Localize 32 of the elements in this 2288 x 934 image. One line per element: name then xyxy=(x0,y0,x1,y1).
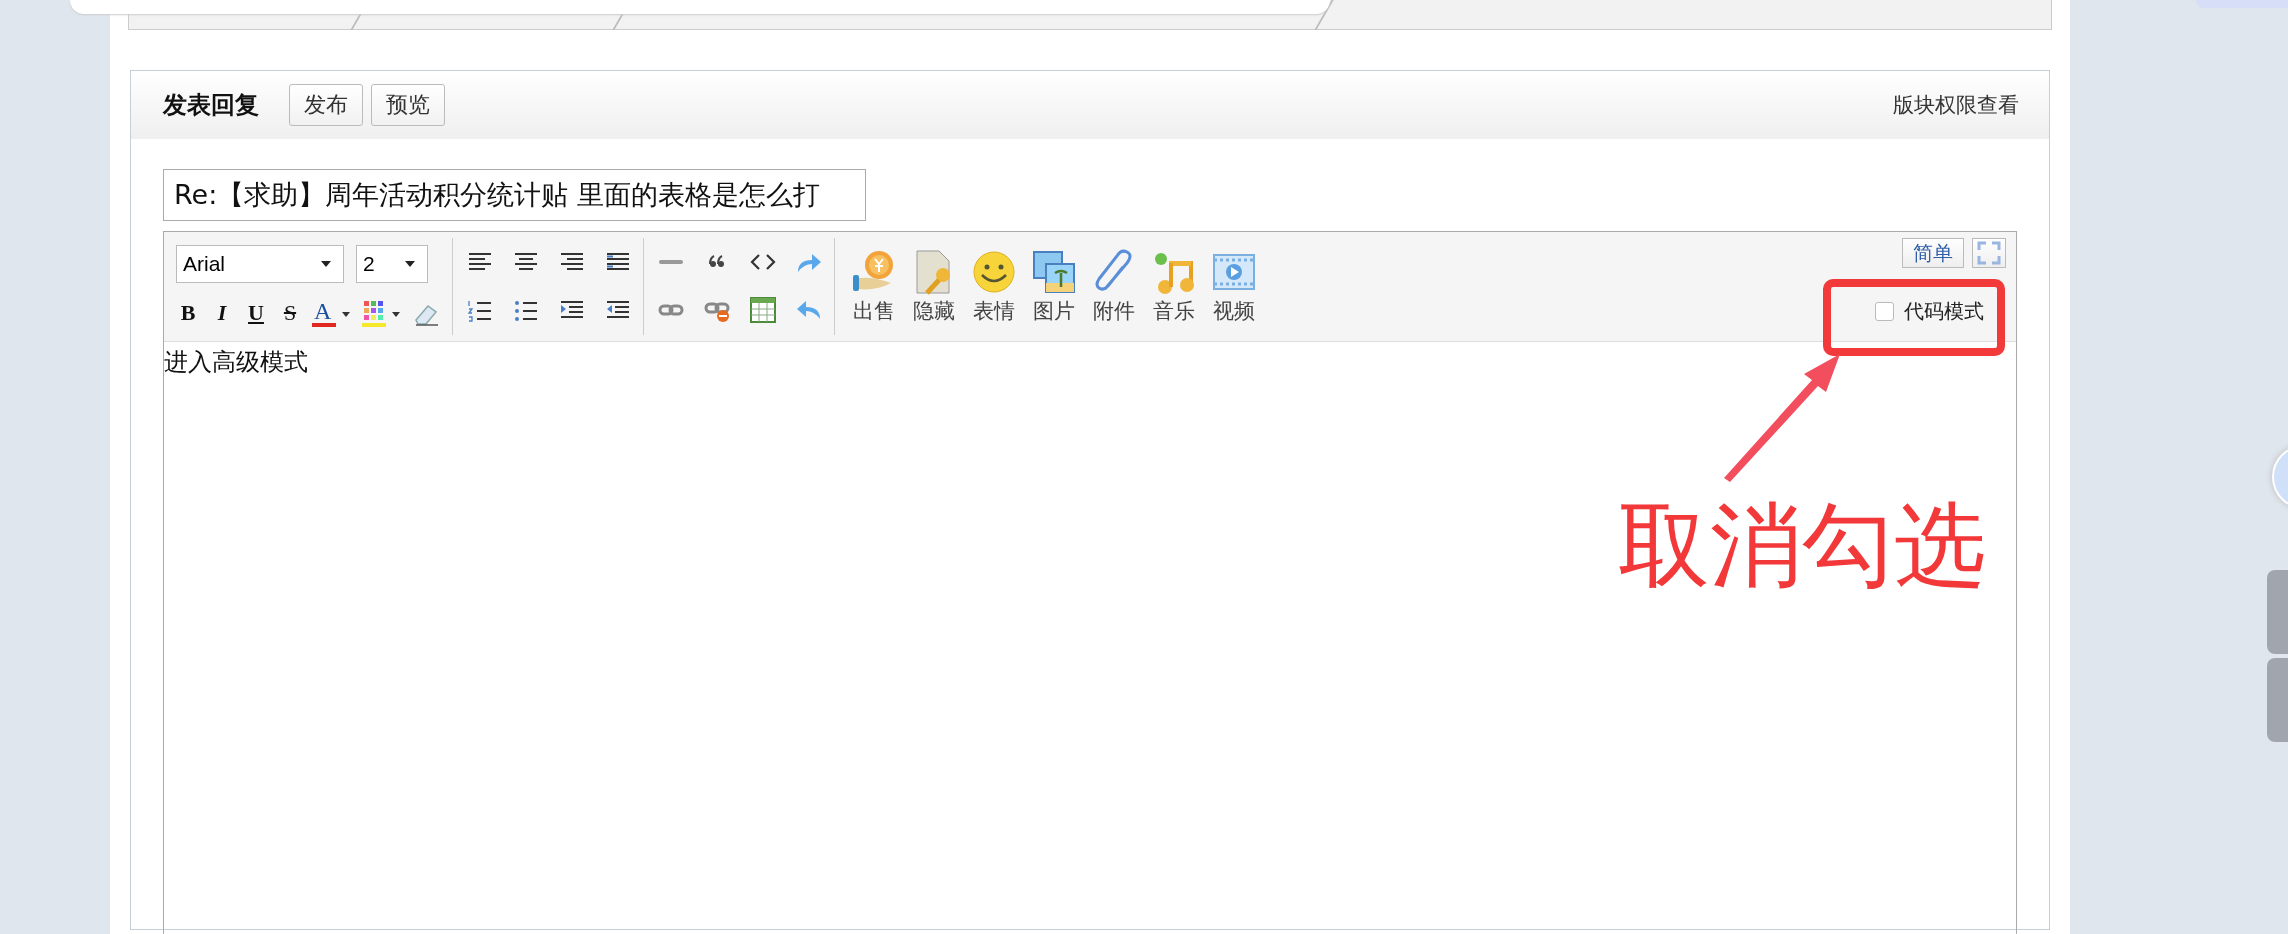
strikethrough-button[interactable]: S xyxy=(278,299,302,326)
media-button[interactable]: 附件 xyxy=(1089,248,1139,325)
fullscreen-icon xyxy=(1977,241,2001,265)
bold-button[interactable]: B xyxy=(176,299,200,326)
permissions-link[interactable]: 版块权限查看 xyxy=(1893,91,2019,119)
code-mode-label: 代码模式 xyxy=(1904,298,1984,325)
panel-title: 发表回复 xyxy=(163,90,259,121)
media-button[interactable]: 隐藏 xyxy=(909,248,959,325)
font-select[interactable]: Arial xyxy=(176,245,344,284)
underline-button[interactable]: U xyxy=(244,299,268,326)
header-button[interactable]: 发布 xyxy=(289,84,363,126)
italic-button[interactable]: I xyxy=(210,299,234,326)
media-button[interactable]: 出售 xyxy=(849,248,899,325)
smiley-icon xyxy=(971,248,1017,295)
media-button[interactable]: 音乐 xyxy=(1149,248,1199,325)
bullet-list-icon[interactable] xyxy=(513,298,539,323)
subject-field[interactable]: Re:【求助】周年活动积分统计贴 里面的表格是怎么打 xyxy=(163,169,866,221)
annotation-text: 取消勾选 xyxy=(1618,495,1986,597)
table-icon[interactable] xyxy=(750,297,776,324)
media-button[interactable]: 视频 xyxy=(1209,248,1259,325)
caret-icon xyxy=(405,261,415,268)
code-mode-checkbox[interactable] xyxy=(1875,302,1894,321)
size-select[interactable]: 2 xyxy=(356,245,428,284)
media-button[interactable]: 图片 xyxy=(1029,248,1079,325)
picture-icon xyxy=(1031,248,1077,295)
caret-icon xyxy=(321,261,331,268)
media-button[interactable]: 表情 xyxy=(969,248,1019,325)
font-color-button[interactable]: A xyxy=(312,297,352,328)
editor-text: 进入高级模式 xyxy=(164,347,308,378)
simple-mode-button[interactable]: 简单 xyxy=(1902,238,1964,268)
ordered-list-icon[interactable] xyxy=(467,298,493,323)
header-button[interactable]: 预览 xyxy=(371,84,445,126)
